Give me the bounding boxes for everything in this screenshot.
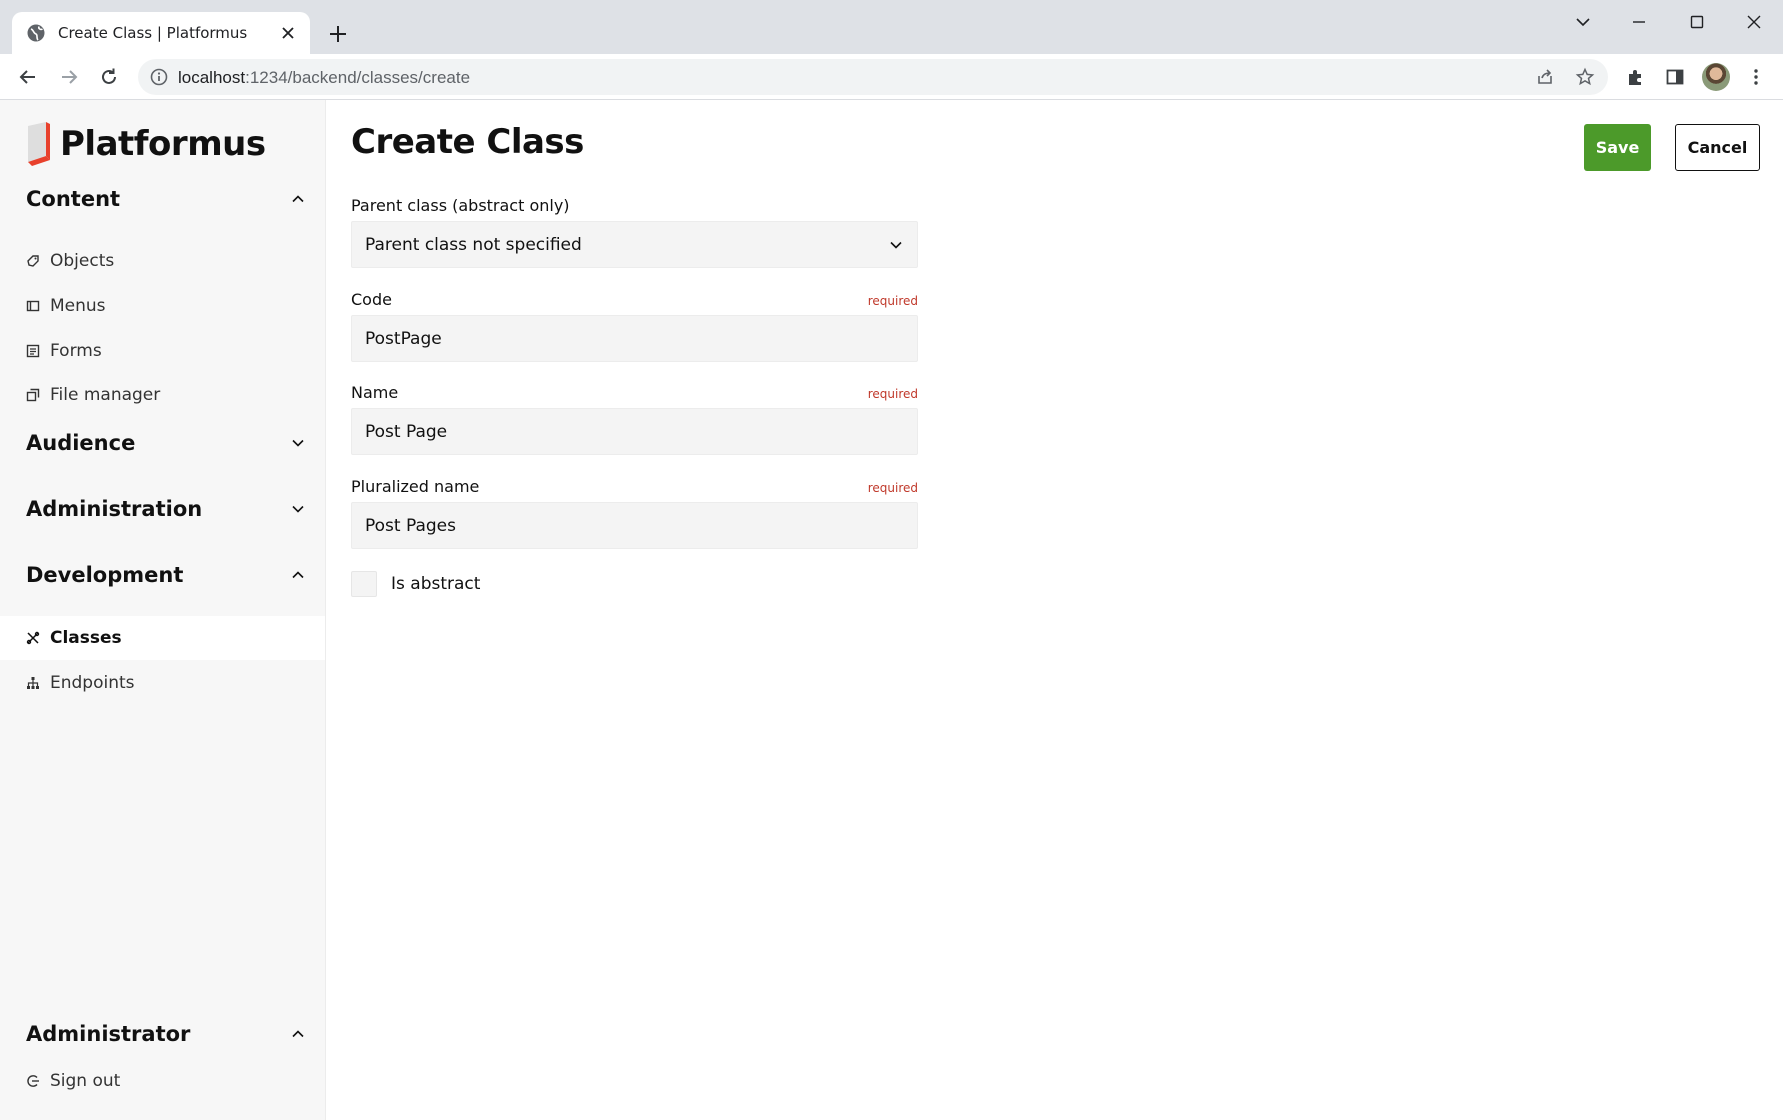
chevron-down-icon (292, 439, 304, 447)
extensions-icon[interactable] (1625, 66, 1647, 88)
pluralized-name-label: Pluralized name (351, 477, 480, 496)
section-content[interactable]: Content (26, 183, 306, 215)
sidebar-item-file-manager[interactable]: File manager (0, 373, 325, 417)
more-menu-icon[interactable] (1745, 66, 1767, 88)
sidebar-item-label: Classes (50, 628, 122, 648)
sidebar-item-label: Objects (50, 251, 115, 271)
page: Platformus Content Objects Menus Forms F… (0, 100, 1783, 1120)
sidebar-item-forms[interactable]: Forms (0, 329, 325, 373)
section-title: Audience (26, 431, 136, 455)
brand-name: Platformus (60, 124, 266, 164)
url-host: localhost (178, 68, 246, 87)
name-value: Post Page (365, 421, 448, 442)
browser-toolbar: localhost:1234/backend/classes/create (0, 54, 1783, 100)
sidebar-item-sign-out[interactable]: Sign out (0, 1059, 325, 1103)
file-manager-icon (26, 388, 40, 402)
section-administrator[interactable]: Administrator (26, 1018, 306, 1050)
share-icon[interactable] (1535, 67, 1555, 87)
chevron-up-icon (292, 571, 304, 579)
sidebar-item-label: File manager (50, 385, 161, 405)
tab-title: Create Class | Platformus (58, 24, 248, 42)
new-tab-icon[interactable] (326, 22, 350, 46)
sidebar: Platformus Content Objects Menus Forms F… (0, 100, 326, 1120)
chevron-down-icon (292, 505, 304, 513)
objects-icon (27, 255, 39, 267)
chevron-down-icon (890, 241, 902, 249)
name-field: Name required Post Page (351, 383, 918, 455)
close-window-icon[interactable] (1742, 10, 1766, 34)
sidebar-item-objects[interactable]: Objects (0, 239, 325, 283)
profile-avatar[interactable] (1702, 63, 1730, 91)
pluralized-name-value: Post Pages (365, 515, 456, 536)
section-title: Content (26, 187, 121, 211)
reload-icon[interactable] (98, 66, 120, 88)
is-abstract-label[interactable]: Is abstract (391, 574, 480, 594)
sidebar-item-classes[interactable]: Classes (0, 616, 325, 660)
save-button[interactable]: Save (1584, 124, 1651, 171)
back-icon[interactable] (17, 66, 39, 88)
code-value: PostPage (365, 328, 442, 349)
sign-out-icon (27, 1075, 39, 1087)
maximize-icon[interactable] (1685, 10, 1709, 34)
sidebar-item-endpoints[interactable]: Endpoints (0, 661, 325, 705)
parent-class-select[interactable]: Parent class not specified (351, 221, 918, 268)
code-field: Code required PostPage (351, 290, 918, 362)
sidebar-item-label: Menus (50, 296, 106, 316)
forward-icon[interactable] (58, 66, 80, 88)
classes-icon (26, 631, 40, 645)
is-abstract-checkbox[interactable] (351, 571, 377, 597)
parent-class-label: Parent class (abstract only) (351, 196, 570, 215)
minimize-icon[interactable] (1627, 10, 1651, 34)
sidebar-item-menus[interactable]: Menus (0, 284, 325, 328)
side-panel-icon[interactable] (1664, 66, 1686, 88)
section-development[interactable]: Development (26, 559, 306, 591)
browser-tab[interactable]: Create Class | Platformus (12, 12, 310, 54)
chevron-up-icon (292, 195, 304, 203)
section-administration[interactable]: Administration (26, 493, 306, 525)
cancel-button[interactable]: Cancel (1675, 124, 1760, 171)
parent-class-field: Parent class (abstract only) Parent clas… (351, 196, 918, 268)
chevron-up-icon (292, 1030, 304, 1038)
code-input[interactable]: PostPage (351, 315, 918, 362)
endpoints-icon (27, 677, 39, 689)
parent-class-value: Parent class not specified (365, 234, 582, 255)
site-info-icon[interactable] (150, 68, 168, 86)
forms-icon (26, 344, 40, 358)
required-indicator: required (867, 481, 918, 495)
tab-search-icon[interactable] (1571, 10, 1595, 34)
globe-icon (27, 24, 45, 42)
pluralized-name-input[interactable]: Post Pages (351, 502, 918, 549)
brand[interactable]: Platformus (26, 122, 266, 166)
url-text: localhost:1234/backend/classes/create (178, 68, 470, 88)
close-tab-icon[interactable] (280, 25, 296, 41)
sidebar-item-label: Endpoints (50, 673, 135, 693)
menus-icon (26, 300, 40, 312)
address-bar[interactable]: localhost:1234/backend/classes/create (138, 59, 1608, 95)
code-label: Code (351, 290, 392, 309)
section-title: Administration (26, 497, 203, 521)
section-audience[interactable]: Audience (26, 427, 306, 459)
platformus-logo-icon (28, 122, 50, 166)
page-title: Create Class (351, 122, 584, 162)
pluralized-name-field: Pluralized name required Post Pages (351, 477, 918, 549)
sidebar-item-label: Forms (50, 341, 102, 361)
section-title: Administrator (26, 1022, 191, 1046)
url-path: :1234/backend/classes/create (245, 68, 471, 87)
name-input[interactable]: Post Page (351, 408, 918, 455)
is-abstract-row: Is abstract (351, 571, 480, 597)
bookmark-star-icon[interactable] (1575, 67, 1595, 87)
required-indicator: required (867, 294, 918, 308)
section-title: Development (26, 563, 184, 587)
browser-tabstrip: Create Class | Platformus (0, 0, 1783, 54)
required-indicator: required (867, 387, 918, 401)
sidebar-item-label: Sign out (50, 1071, 121, 1091)
name-label: Name (351, 383, 399, 402)
